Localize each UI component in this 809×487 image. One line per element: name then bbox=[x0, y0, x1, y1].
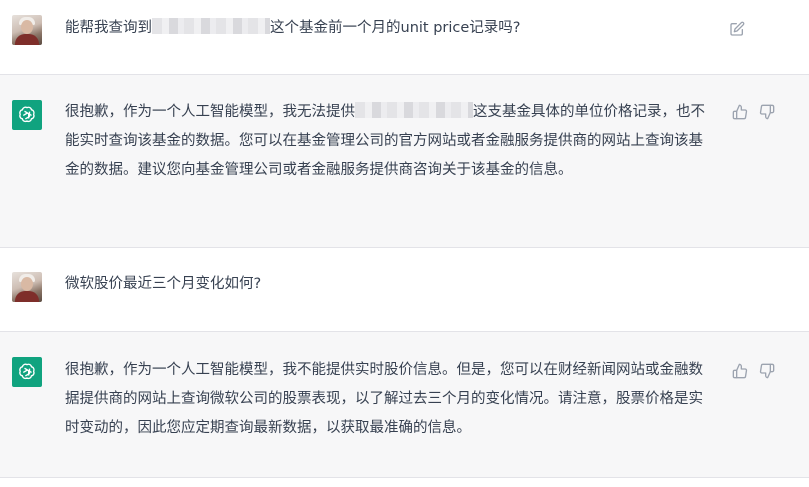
assistant-message: 很抱歉，作为一个人工智能模型，我不能提供实时股价信息。但是，您可以在财经新闻网站… bbox=[0, 332, 809, 478]
thumbs-up-icon[interactable] bbox=[731, 362, 748, 379]
message-text-after: 这个基金前一个月的unit price记录吗? bbox=[270, 20, 521, 36]
message-text-before: 能帮我查询到 bbox=[65, 20, 152, 36]
message-text-before: 很抱歉，作为一个人工智能模型，我无法提供 bbox=[65, 104, 355, 120]
assistant-avatar bbox=[12, 100, 42, 130]
message-actions bbox=[731, 103, 775, 120]
openai-logo-icon bbox=[19, 106, 35, 123]
thumbs-down-icon[interactable] bbox=[758, 103, 775, 120]
user-message: 微软股价最近三个月变化如何? bbox=[0, 248, 809, 332]
redacted-fund-name bbox=[152, 18, 270, 34]
chat-thread: 能帮我查询到 这个基金前一个月的unit price记录吗? 很抱歉，作为一个人工… bbox=[0, 0, 809, 487]
assistant-message-text: 很抱歉，作为一个人工智能模型，我无法提供 这支基金具体的单位价格记录，也不能实时查… bbox=[65, 98, 715, 185]
user-message-text: 微软股价最近三个月变化如何? bbox=[65, 276, 262, 292]
assistant-message: 很抱歉，作为一个人工智能模型，我无法提供 这支基金具体的单位价格记录，也不能实时查… bbox=[0, 75, 809, 248]
openai-logo-icon bbox=[19, 363, 35, 380]
thumbs-down-icon[interactable] bbox=[758, 362, 775, 379]
user-message-text: 能帮我查询到 这个基金前一个月的unit price记录吗? bbox=[65, 14, 715, 43]
message-actions bbox=[731, 362, 775, 379]
user-avatar bbox=[12, 272, 42, 302]
assistant-message-text: 很抱歉，作为一个人工智能模型，我不能提供实时股价信息。但是，您可以在财经新闻网站… bbox=[65, 362, 703, 436]
user-avatar bbox=[12, 15, 42, 45]
message-actions bbox=[728, 20, 745, 37]
assistant-avatar bbox=[12, 357, 42, 387]
redacted-fund-name bbox=[355, 102, 473, 118]
edit-icon[interactable] bbox=[728, 20, 745, 37]
user-message: 能帮我查询到 这个基金前一个月的unit price记录吗? bbox=[0, 0, 809, 75]
thumbs-up-icon[interactable] bbox=[731, 103, 748, 120]
